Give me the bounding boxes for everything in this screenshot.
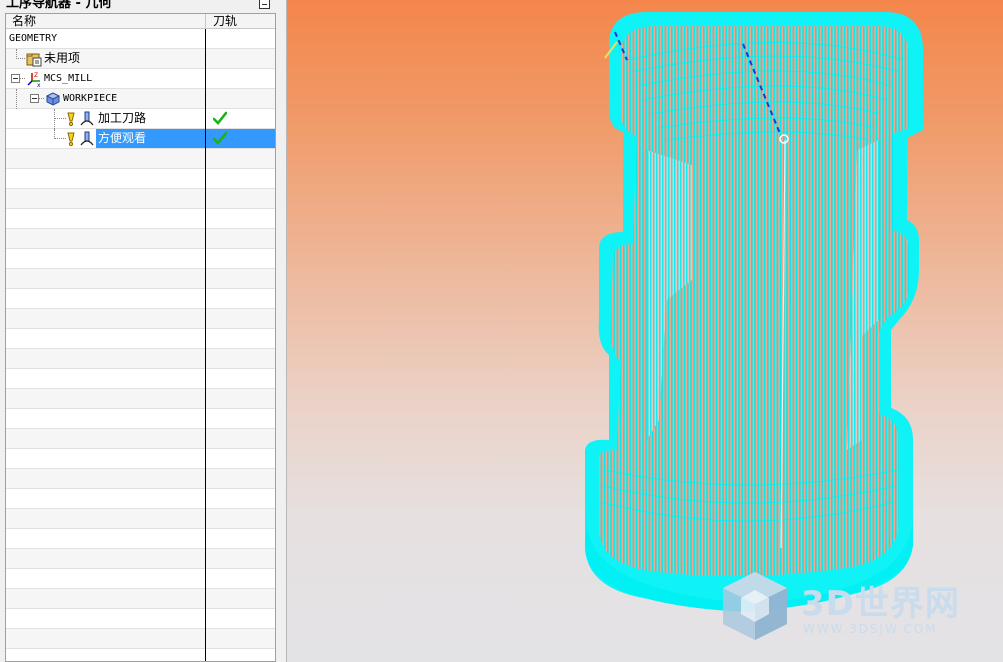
empty-tree-row [6,429,275,449]
watermark-cube-icon [723,572,787,640]
tree-row-operation-2[interactable]: 方便观看 [6,129,275,149]
empty-tree-row [6,369,275,389]
unused-folder-icon [26,53,42,67]
empty-tree-row [6,289,275,309]
svg-text:Z: Z [34,72,38,79]
toolpath-display [585,12,923,612]
empty-tree-row [6,469,275,489]
empty-tree-row [6,549,275,569]
empty-tree-row [6,229,275,249]
tree-connector [54,109,55,129]
path-status-icon [67,132,75,147]
toolpath-ok-check-icon [213,131,227,145]
collapse-toggle[interactable] [11,74,20,83]
operation-navigator-panel: 工序导航器 - 几何 名称 刀轨 GEOMETRY 未用项 Z x MCS_MI… [0,0,287,662]
graphics-viewport[interactable]: 3D世界网 WWW.3DSJW.COM [287,0,1003,662]
empty-tree-row [6,209,275,229]
toolpath-ok-check-icon [213,111,227,125]
empty-tree-row [6,349,275,369]
watermark: 3D世界网 WWW.3DSJW.COM [719,568,1003,650]
watermark-url: WWW.3DSJW.COM [803,622,938,636]
column-header-toolpath[interactable]: 刀轨 [213,14,237,28]
empty-tree-row [6,189,275,209]
column-separator[interactable] [205,14,206,29]
collapse-toggle[interactable] [30,94,39,103]
empty-tree-row [6,149,275,169]
empty-tree-row [6,389,275,409]
empty-tree-row [6,269,275,289]
tree-row-workpiece[interactable]: WORKPIECE [6,89,275,109]
empty-tree-row [6,589,275,609]
watermark-brand: 3D世界网 [801,584,960,624]
tree-row-mcs-mill[interactable]: Z x MCS_MILL [6,69,275,89]
tree-connector [54,138,66,139]
mcs-axis-icon: Z x [27,72,41,87]
tree-connector [16,58,25,59]
empty-tree-row [6,249,275,269]
path-status-icon [67,112,75,127]
column-header-name[interactable]: 名称 [12,14,36,28]
empty-tree-row [6,649,275,661]
navigator-title: 工序导航器 - 几何 [6,0,112,11]
grid-header: 名称 刀轨 [6,14,275,29]
workpiece-icon [45,92,61,106]
navigator-titlebar: 工序导航器 - 几何 [0,0,286,13]
empty-tree-row [6,309,275,329]
tree-connector [54,118,66,119]
tree-connector [39,98,44,99]
cavity-mill-operation-icon [80,111,94,126]
tree-label: 方便观看 [98,131,147,145]
tree-connector [16,89,17,109]
tree-label: WORKPIECE [63,93,118,104]
empty-tree-row [6,629,275,649]
tree-row-unused[interactable]: 未用项 [6,49,275,69]
empty-tree-row [6,329,275,349]
tree-label: 加工刀路 [98,111,147,125]
tree-label: MCS_MILL [44,73,93,84]
cavity-mill-operation-icon [80,131,94,146]
empty-tree-row [6,169,275,189]
column-divider-line [205,29,206,661]
panel-menu-icon[interactable] [259,0,270,9]
empty-tree-row [6,409,275,429]
tree-row-operation-1[interactable]: 加工刀路 [6,109,275,129]
svg-text:x: x [37,82,41,87]
empty-tree-row [6,529,275,549]
navigator-tree-grid: 名称 刀轨 GEOMETRY 未用项 Z x MCS_MILL WORKPIEC… [5,13,276,662]
tree-connector [20,78,25,79]
tree-row-geometry[interactable]: GEOMETRY [6,29,275,49]
tree-label: 未用项 [44,51,81,65]
empty-tree-row [6,449,275,469]
empty-tree-row [6,569,275,589]
empty-tree-row [6,489,275,509]
empty-tree-row [6,509,275,529]
tree-label: GEOMETRY [9,33,58,44]
empty-tree-row [6,609,275,629]
